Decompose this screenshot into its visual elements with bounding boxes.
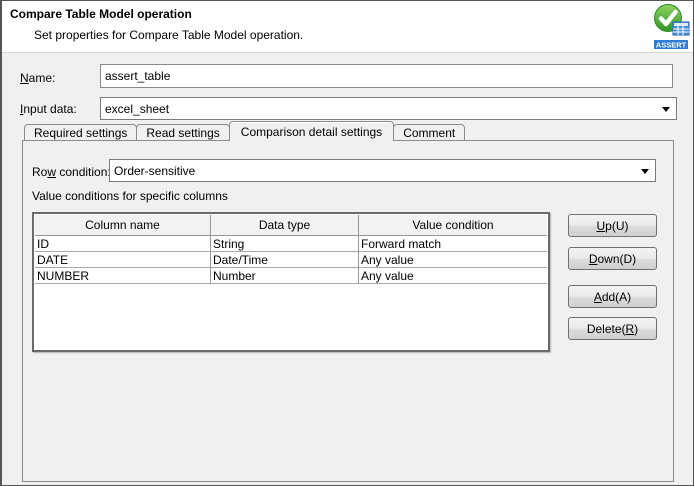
- dropdown-arrow-icon[interactable]: [641, 169, 649, 174]
- name-label: Name:: [20, 71, 55, 85]
- input-data-combobox[interactable]: excel_sheet: [100, 97, 677, 120]
- value-conditions-table: Column name Data type Value condition ID…: [32, 212, 550, 352]
- assert-label: ASSERT: [656, 41, 687, 50]
- column-header-data-type: Data type: [211, 215, 359, 236]
- row-condition-label: Row condition:: [32, 165, 111, 179]
- page-title: Compare Table Model operation: [10, 7, 192, 21]
- table-row[interactable]: DATE Date/Time Any value: [35, 252, 547, 268]
- compare-table-model-dialog: { "window": { "title": "Compare Table Mo…: [0, 0, 694, 486]
- input-data-value: excel_sheet: [105, 102, 169, 116]
- value-conditions-label: Value conditions for specific columns: [32, 189, 228, 203]
- table-row[interactable]: NUMBER Number Any value: [35, 268, 547, 284]
- down-button[interactable]: Down(D): [568, 247, 657, 270]
- tab-comment[interactable]: Comment: [393, 124, 465, 141]
- dropdown-arrow-icon[interactable]: [662, 107, 670, 112]
- tab-comparison-detail-settings[interactable]: Comparison detail settings: [229, 121, 394, 141]
- assert-operation-icon: ASSERT: [653, 3, 690, 50]
- up-button[interactable]: Up(U): [568, 214, 657, 237]
- row-condition-value: Order-sensitive: [114, 164, 195, 178]
- tab-required-settings[interactable]: Required settings: [24, 124, 137, 141]
- delete-button[interactable]: Delete(R): [568, 317, 657, 340]
- settings-tabbar: Required settings Read settings Comparis…: [24, 121, 464, 141]
- column-header-column-name: Column name: [35, 215, 211, 236]
- table-glyph-icon: [673, 22, 689, 35]
- name-input[interactable]: [100, 64, 673, 88]
- page-subtitle: Set properties for Compare Table Model o…: [34, 28, 303, 42]
- tab-read-settings[interactable]: Read settings: [136, 124, 229, 141]
- add-button[interactable]: Add(A): [568, 285, 657, 308]
- column-header-value-condition: Value condition: [359, 215, 547, 236]
- dialog-header: Compare Table Model operation Set proper…: [2, 1, 693, 53]
- table-header-row: Column name Data type Value condition: [35, 215, 547, 236]
- row-condition-combobox[interactable]: Order-sensitive: [109, 159, 656, 182]
- table-row[interactable]: ID String Forward match: [35, 236, 547, 252]
- input-data-label: Input data:: [20, 102, 77, 116]
